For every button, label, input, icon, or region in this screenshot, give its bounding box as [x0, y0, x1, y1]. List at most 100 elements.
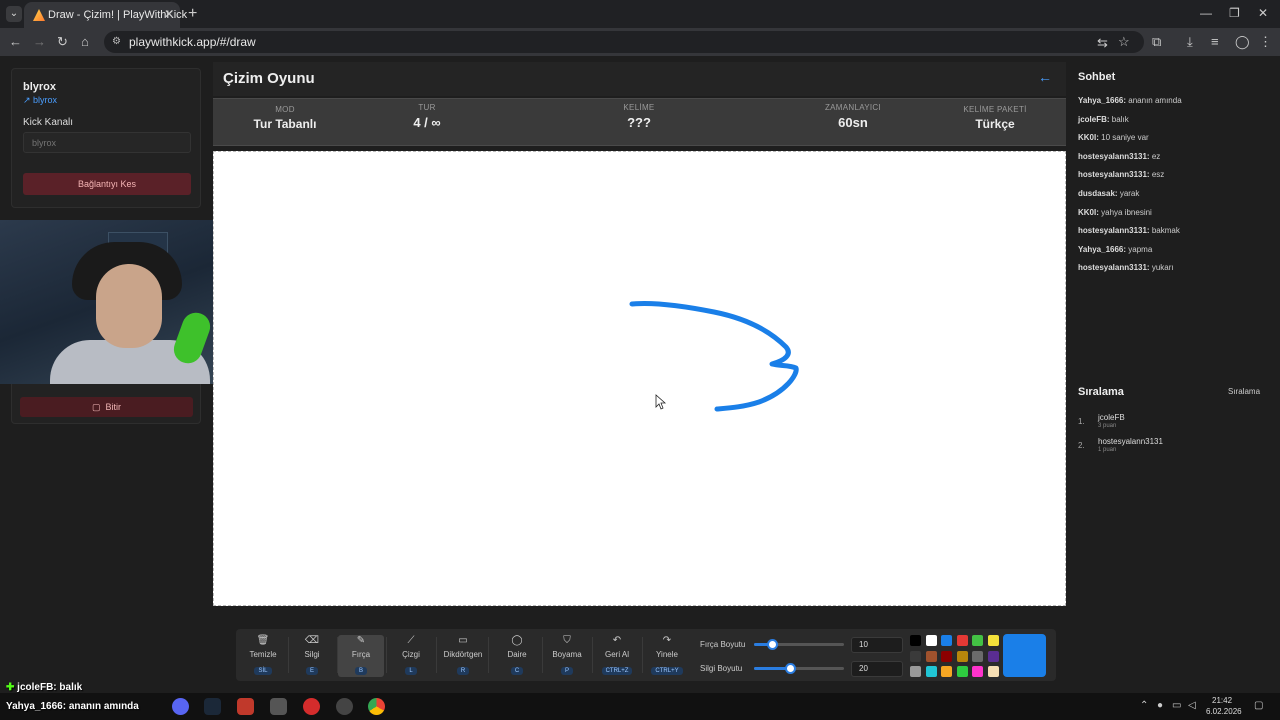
color-swatch[interactable] [941, 635, 952, 646]
chat-user[interactable]: hostesyalann3131: [1078, 226, 1150, 235]
chat-user[interactable]: KK0I: [1078, 208, 1099, 217]
reload-icon[interactable]: ↻ [57, 34, 68, 50]
bookmark-star-icon[interactable]: ☆ [1118, 34, 1130, 50]
eraser-size-thumb[interactable] [785, 663, 796, 674]
color-swatch[interactable] [987, 666, 999, 677]
webcam-person-face [96, 264, 162, 348]
forward-icon[interactable]: → [33, 34, 46, 49]
chat-message: hostesyalann3131: bakmak [1078, 226, 1180, 235]
discord-icon[interactable] [172, 698, 189, 715]
word-pack-label: KELİME PAKETİ [963, 105, 1027, 114]
tab-list-button[interactable]: ⌄ [6, 6, 22, 22]
color-swatch[interactable] [925, 635, 937, 646]
chat-user[interactable]: hostesyalann3131: [1078, 152, 1150, 161]
color-swatch[interactable] [956, 666, 968, 677]
chat-user[interactable]: dusdasak: [1078, 189, 1118, 198]
chat-user[interactable]: Yahya_1666: [1078, 96, 1126, 105]
color-swatch[interactable] [925, 666, 937, 677]
tool-undo[interactable]: ↶ Geri Al CTRL+Z [594, 635, 640, 677]
chat-user[interactable]: hostesyalann3131: [1078, 263, 1150, 272]
opera-icon[interactable] [303, 698, 320, 715]
trash-icon: 🗑 [256, 635, 270, 646]
color-swatch[interactable] [987, 635, 999, 646]
steam-icon[interactable] [204, 698, 221, 715]
brush-size-thumb[interactable] [767, 639, 778, 650]
chat-text: ez [1151, 151, 1161, 161]
tool-redo[interactable]: ↷ Yinele CTRL+Y [644, 635, 690, 677]
home-icon[interactable]: ⌂ [81, 34, 89, 49]
kick-channel-input[interactable] [23, 132, 191, 153]
color-swatch[interactable] [956, 635, 968, 646]
site-info-icon[interactable]: ⚙ [112, 36, 121, 47]
channel-link[interactable]: ↗ blyrox [23, 95, 57, 106]
chat-user[interactable]: KK0I: [1078, 133, 1099, 142]
tool-trash[interactable]: 🗑 Temizle SİL [240, 635, 286, 677]
media-control-icon[interactable]: ≡ [1211, 34, 1219, 49]
disconnect-button[interactable]: Bağlantıyı Kes [23, 173, 191, 195]
close-tab-icon[interactable]: ✕ [164, 7, 174, 21]
mode-info: MOD Tur Tabanlı [215, 105, 355, 131]
finish-button[interactable]: ▢ Bitir [20, 397, 193, 417]
mode-label: MOD [275, 105, 295, 114]
close-window-icon[interactable]: ✕ [1258, 6, 1268, 20]
profile-icon[interactable]: ◯ [1235, 34, 1250, 50]
microphone-icon[interactable]: ● [1157, 700, 1163, 711]
color-swatch[interactable] [910, 650, 921, 662]
extensions-icon[interactable]: ⧉ [1152, 34, 1161, 50]
color-swatch[interactable] [956, 650, 968, 662]
app-red-icon[interactable] [237, 698, 254, 715]
color-swatch[interactable] [941, 650, 952, 662]
tool-label: Temizle [249, 650, 277, 659]
color-swatch[interactable] [925, 650, 937, 662]
color-swatch[interactable] [972, 666, 983, 677]
tool-eraser[interactable]: ⌫ Silgi E [289, 635, 335, 677]
color-swatch[interactable] [941, 666, 952, 677]
eraser-size-input[interactable]: 20 [851, 661, 903, 677]
translate-icon[interactable]: ⇆ [1097, 35, 1108, 51]
notification-icon[interactable]: ▢ [1254, 700, 1263, 711]
back-arrow-icon[interactable]: ← [1038, 69, 1052, 85]
chat-user[interactable]: jcoleFB: [1078, 115, 1110, 124]
network-icon[interactable]: ▭ [1172, 700, 1181, 711]
tool-rectangle[interactable]: ▭ Dikdörtgen R [440, 635, 486, 677]
minimize-icon[interactable]: — [1200, 6, 1212, 20]
ranking-link[interactable]: Sıralama [1228, 387, 1260, 396]
account-card: blyrox ↗ blyrox Kick Kanalı Bağlantıyı K… [11, 68, 201, 208]
obs-icon[interactable] [336, 698, 353, 715]
menu-icon[interactable]: ⋮ [1259, 34, 1272, 50]
chat-user[interactable]: Yahya_1666: [1078, 245, 1126, 254]
overlay-chat-text: : balık [53, 682, 83, 693]
download-icon[interactable]: ⤓ [1187, 34, 1193, 50]
timer-info: ZAMANLAYICI 60sn [783, 103, 923, 130]
color-swatch[interactable] [972, 650, 983, 662]
current-color-swatch[interactable] [1003, 634, 1046, 677]
drawing-canvas[interactable] [213, 151, 1066, 606]
rank-player-name: jcoleFB [1098, 413, 1125, 422]
chrome-icon[interactable] [368, 698, 385, 715]
tool-line[interactable]: ⟋ Çizgi L [388, 635, 434, 677]
back-icon[interactable]: ← [9, 34, 22, 49]
brush-stroke [629, 300, 799, 412]
color-swatch[interactable] [910, 635, 921, 646]
tool-shortcut: R [456, 667, 470, 675]
color-swatch[interactable] [972, 635, 983, 646]
new-tab-icon[interactable]: + [188, 5, 197, 23]
brush-size-input[interactable]: 10 [851, 637, 903, 653]
chat-user[interactable]: hostesyalann3131: [1078, 170, 1150, 179]
tray-chevron-icon[interactable]: ⌃ [1140, 700, 1148, 711]
tool-circle[interactable]: ◯ Daire C [494, 635, 540, 677]
tool-brush[interactable]: ✎ Fırça B [338, 635, 384, 677]
color-swatch[interactable] [987, 650, 999, 662]
restore-icon[interactable]: ❐ [1229, 6, 1240, 20]
eraser-size-slider[interactable] [754, 663, 844, 674]
chat-text: yahya ibnesini [1101, 207, 1152, 217]
tool-fill-bucket[interactable]: ⛉ Boyama P [544, 635, 590, 677]
brush-size-slider[interactable] [754, 639, 844, 650]
color-swatch[interactable] [910, 666, 921, 677]
browser-tab[interactable]: Draw - Çizim! | PlayWithKick ✕ [24, 2, 187, 28]
tool-label: Boyama [552, 650, 582, 659]
app-cube-icon[interactable] [270, 698, 287, 715]
word-pack-info: KELİME PAKETİ Türkçe [925, 105, 1065, 131]
volume-icon[interactable]: ◁ [1188, 700, 1196, 711]
url-field[interactable]: ⚙ playwithkick.app/#/draw ⇆ ☆ [104, 31, 1144, 53]
